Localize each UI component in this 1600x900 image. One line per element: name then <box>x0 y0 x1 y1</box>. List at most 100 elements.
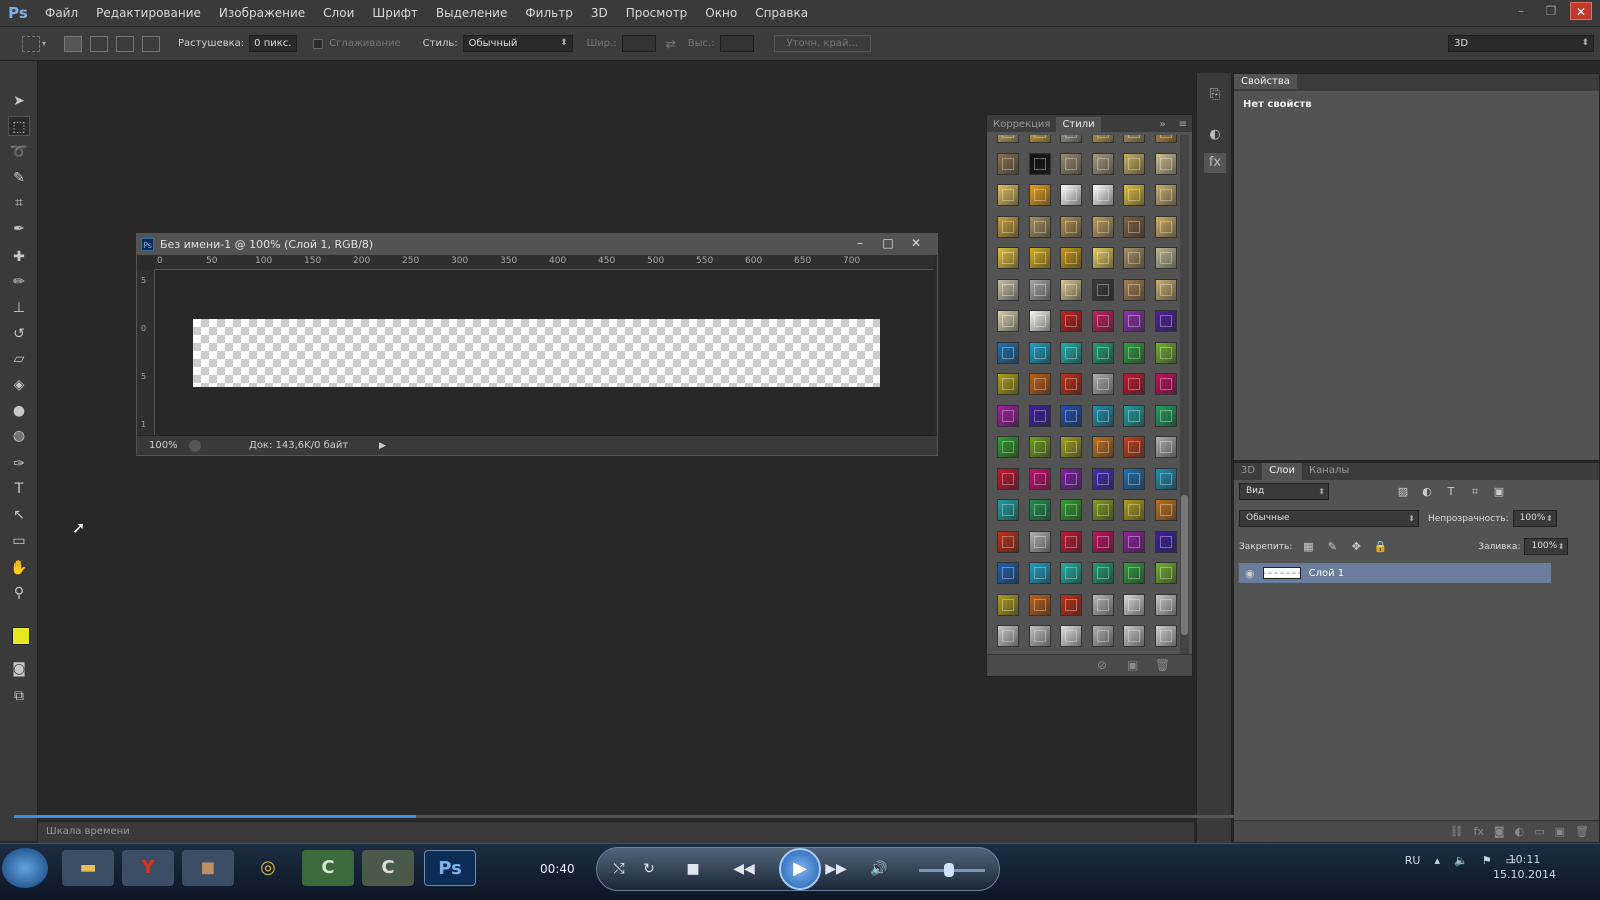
style-swatch[interactable] <box>1060 247 1082 269</box>
style-swatch[interactable] <box>997 593 1019 616</box>
history-brush-tool-icon[interactable]: ↺ <box>8 324 30 344</box>
new-style-icon[interactable]: ▣ <box>1127 658 1138 672</box>
menu-help[interactable]: Справка <box>746 6 817 20</box>
menu-filter[interactable]: Фильтр <box>516 6 581 20</box>
style-swatch[interactable] <box>1123 215 1145 238</box>
lock-transparent-icon[interactable]: ▦ <box>1300 540 1316 554</box>
chrome-taskbar-icon[interactable]: ◎ <box>242 850 294 886</box>
style-swatch[interactable] <box>1123 562 1145 584</box>
style-swatch[interactable] <box>997 404 1019 427</box>
fill-input[interactable]: 100% <box>1524 538 1569 555</box>
swap-icon[interactable]: ⇄ <box>666 37 676 51</box>
style-swatch[interactable] <box>1091 562 1114 584</box>
style-swatch[interactable] <box>1123 625 1145 647</box>
style-swatch[interactable] <box>1154 562 1177 584</box>
rect-marquee-preset-icon[interactable] <box>22 35 40 52</box>
adjustments-panel-icon[interactable]: ◐ <box>1204 125 1226 145</box>
style-swatch[interactable] <box>997 499 1019 521</box>
style-swatch[interactable] <box>1028 152 1051 175</box>
style-swatch[interactable] <box>1028 278 1051 301</box>
document-titlebar[interactable]: Ps Без имени-1 @ 100% (Слой 1, RGB/8) – … <box>137 234 937 255</box>
width-input[interactable] <box>621 35 656 52</box>
style-swatch[interactable] <box>1123 310 1145 332</box>
doc-minimize-icon[interactable]: – <box>849 235 871 252</box>
style-swatch[interactable] <box>997 135 1019 143</box>
lock-all-icon[interactable]: 🔒 <box>1372 540 1388 554</box>
style-swatch[interactable] <box>1028 436 1051 458</box>
style-swatch[interactable] <box>1154 404 1177 427</box>
style-swatch[interactable] <box>1028 341 1051 364</box>
style-swatch[interactable] <box>1091 278 1114 301</box>
style-swatch[interactable] <box>1123 184 1145 206</box>
new-adjustment-icon[interactable]: ◐ <box>1515 825 1525 838</box>
style-swatch[interactable] <box>1123 278 1145 301</box>
style-swatch[interactable] <box>1154 341 1177 364</box>
delete-style-icon[interactable]: 🗑 <box>1155 658 1170 672</box>
style-swatch[interactable] <box>1060 499 1082 521</box>
subtract-selection-icon[interactable] <box>116 35 135 52</box>
style-swatch[interactable] <box>997 310 1019 332</box>
style-swatch[interactable] <box>997 373 1019 395</box>
status-menu-arrow-icon[interactable]: ▶ <box>379 441 386 451</box>
style-swatch[interactable] <box>1060 593 1082 616</box>
style-swatch[interactable] <box>1123 373 1145 395</box>
style-swatch[interactable] <box>1154 499 1177 521</box>
style-swatch[interactable] <box>1028 247 1051 269</box>
close-icon[interactable]: ✕ <box>1570 2 1592 20</box>
style-swatch[interactable] <box>1154 247 1177 269</box>
add-mask-icon[interactable]: ◙ <box>1494 825 1505 838</box>
style-swatch[interactable] <box>1154 184 1177 206</box>
style-swatch[interactable] <box>1028 215 1051 238</box>
taskbar-clock[interactable]: 10:11 15.10.2014 <box>1493 852 1556 882</box>
panel-menu-icon[interactable]: ≡ <box>1174 117 1192 132</box>
style-swatch[interactable] <box>997 436 1019 458</box>
style-swatch[interactable] <box>1123 404 1145 427</box>
style-swatch[interactable] <box>1154 625 1177 647</box>
status-info-icon[interactable] <box>189 439 201 452</box>
style-swatch[interactable] <box>1091 436 1114 458</box>
style-swatch[interactable] <box>1091 467 1114 490</box>
horizontal-ruler[interactable]: 0 50 100 150 200 250 300 350 400 450 500 550 600 650 7… <box>155 255 933 270</box>
style-swatch[interactable] <box>1091 530 1114 553</box>
tab-correction[interactable]: Коррекция <box>987 117 1056 132</box>
repeat-icon[interactable]: ↻ <box>637 858 661 880</box>
tab-properties[interactable]: Свойства <box>1234 74 1297 89</box>
style-swatch[interactable] <box>1091 625 1114 647</box>
tray-expand-icon[interactable]: ▴ <box>1434 854 1440 867</box>
tab-channels[interactable]: Каналы <box>1302 463 1356 480</box>
style-swatch[interactable] <box>1060 310 1082 332</box>
style-swatch[interactable] <box>1123 135 1145 143</box>
style-swatch[interactable] <box>1028 184 1051 206</box>
pen-tool-icon[interactable]: ✑ <box>8 454 30 474</box>
stop-icon[interactable]: ■ <box>681 858 705 880</box>
video-seek-bar[interactable] <box>14 815 1559 818</box>
eraser-tool-icon[interactable]: ▱ <box>8 349 30 369</box>
style-swatch[interactable] <box>1123 499 1145 521</box>
clear-style-icon[interactable]: ⊘ <box>1097 658 1107 672</box>
new-selection-icon[interactable] <box>64 35 83 52</box>
photoshop-taskbar-icon[interactable]: Ps <box>424 850 476 886</box>
style-swatch[interactable] <box>1154 152 1177 175</box>
style-swatch[interactable] <box>1123 530 1145 553</box>
screen-mode-icon[interactable]: ⧉ <box>8 686 30 706</box>
style-swatch[interactable] <box>1091 135 1114 143</box>
style-swatch[interactable] <box>1154 593 1177 616</box>
menu-layers[interactable]: Слои <box>314 6 363 20</box>
chevron-down-icon[interactable]: ▾ <box>42 39 46 48</box>
doc-maximize-icon[interactable]: □ <box>877 235 899 252</box>
paint-bucket-tool-icon[interactable]: ◈ <box>8 375 30 395</box>
style-swatch[interactable] <box>1123 247 1145 269</box>
style-swatch[interactable] <box>997 184 1019 206</box>
rewind-icon[interactable]: ◀◀ <box>727 858 761 880</box>
style-swatch[interactable] <box>1060 436 1082 458</box>
camtasia-recorder-taskbar-icon[interactable]: C <box>362 850 414 886</box>
tab-styles[interactable]: Стили <box>1056 117 1101 132</box>
new-layer-icon[interactable]: ▣ <box>1555 825 1565 838</box>
style-swatch[interactable] <box>1091 373 1114 395</box>
style-swatch[interactable] <box>997 278 1019 301</box>
menu-type[interactable]: Шрифт <box>363 6 427 20</box>
refine-edge-button[interactable]: Уточн. край... <box>773 35 871 52</box>
opacity-input[interactable]: 100% <box>1512 510 1557 527</box>
panel-collapse-icon[interactable]: » <box>1151 117 1173 132</box>
healing-brush-tool-icon[interactable]: ✚ <box>8 247 30 267</box>
